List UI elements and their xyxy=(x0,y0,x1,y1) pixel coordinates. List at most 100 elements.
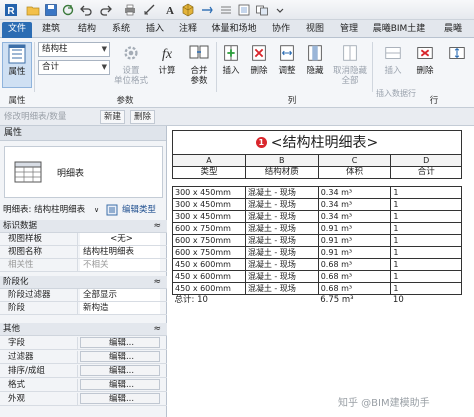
table-row[interactable]: 450 x 600mm 混凝土 - 现场 0.68 m³ 1 xyxy=(172,270,462,283)
table-cell[interactable]: 0.34 m³ xyxy=(317,186,392,199)
table-cell[interactable]: 300 x 450mm xyxy=(172,210,246,223)
table-cell[interactable]: 0.68 m³ xyxy=(317,270,392,283)
category-identity-data[interactable]: 标识数据 ≈ xyxy=(0,220,167,233)
tab-insert[interactable]: 插入 xyxy=(142,22,168,38)
close-hidden-icon[interactable] xyxy=(236,2,252,18)
table-cell[interactable]: 混凝土 - 现场 xyxy=(244,270,319,283)
table-cell[interactable]: 1 xyxy=(390,198,462,211)
type-selector[interactable]: 明细表: 结构柱明细表 ∨ 编辑类型 xyxy=(0,202,167,218)
tab-chenxi[interactable]: 晨曦 xyxy=(436,22,470,38)
table-cell[interactable]: 混凝土 - 现场 xyxy=(244,186,319,199)
table-row[interactable]: 300 x 450mm 混凝土 - 现场 0.34 m³ 1 xyxy=(172,186,462,199)
table-cell[interactable]: 0.91 m³ xyxy=(317,234,392,247)
3d-view-icon[interactable] xyxy=(180,2,196,18)
delete-column-button[interactable]: 删除 xyxy=(246,42,272,86)
table-cell[interactable]: 1 xyxy=(390,282,462,295)
table-cell[interactable]: 450 x 600mm xyxy=(172,258,246,271)
table-cell[interactable]: 混凝土 - 现场 xyxy=(244,234,319,247)
table-cell[interactable]: 0.91 m³ xyxy=(317,222,392,235)
table-cell[interactable]: 1 xyxy=(390,258,462,271)
edit-fields-button[interactable]: 编辑... xyxy=(80,337,160,348)
collapse-toggle-icon[interactable]: ≈ xyxy=(153,220,161,233)
column-letter[interactable]: A xyxy=(172,154,246,167)
column-letter[interactable]: C xyxy=(317,154,392,167)
table-cell[interactable]: 450 x 600mm xyxy=(172,282,246,295)
table-cell[interactable]: 600 x 750mm xyxy=(172,234,246,247)
edit-type-link[interactable]: 编辑类型 xyxy=(122,202,156,218)
table-cell[interactable]: 1 xyxy=(390,210,462,223)
table-cell[interactable]: 1 xyxy=(390,186,462,199)
table-row[interactable]: 600 x 750mm 混凝土 - 现场 0.91 m³ 1 xyxy=(172,246,462,259)
tab-systems[interactable]: 系统 xyxy=(108,22,134,38)
table-cell[interactable]: 0.34 m³ xyxy=(317,210,392,223)
text-icon[interactable]: A xyxy=(162,2,178,18)
switch-windows-icon[interactable] xyxy=(254,2,270,18)
tab-collaborate[interactable]: 协作 xyxy=(268,22,294,38)
sync-icon[interactable] xyxy=(60,2,76,18)
table-cell[interactable]: 1 xyxy=(390,234,462,247)
insert-column-button[interactable]: 插入 xyxy=(218,42,244,86)
table-cell[interactable]: 600 x 750mm xyxy=(172,246,246,259)
print-icon[interactable] xyxy=(122,2,138,18)
table-cell[interactable]: 混凝土 - 现场 xyxy=(244,246,319,259)
collapse-toggle-icon[interactable]: ≈ xyxy=(153,323,161,336)
resize-row-button[interactable] xyxy=(444,42,470,86)
collapse-toggle-icon[interactable]: ≈ xyxy=(153,276,161,289)
table-cell[interactable]: 300 x 450mm xyxy=(172,186,246,199)
unhide-all-button[interactable]: 取消隐藏 全部 xyxy=(330,42,370,86)
table-cell[interactable]: 混凝土 - 现场 xyxy=(244,198,319,211)
table-row[interactable]: 450 x 600mm 混凝土 - 现场 0.68 m³ 1 xyxy=(172,258,462,271)
column-header[interactable]: 类型 xyxy=(172,166,246,179)
table-cell[interactable]: 600 x 750mm xyxy=(172,222,246,235)
table-cell[interactable]: 0.68 m³ xyxy=(317,282,392,295)
column-letter[interactable]: B xyxy=(244,154,319,167)
column-header[interactable]: 体积 xyxy=(317,166,392,179)
tab-manage[interactable]: 管理 xyxy=(336,22,362,38)
table-cell[interactable]: 300 x 450mm xyxy=(172,198,246,211)
section-icon[interactable] xyxy=(199,2,215,18)
edit-formatting-button[interactable]: 编辑... xyxy=(80,379,160,390)
edit-appearance-button[interactable]: 编辑... xyxy=(80,393,160,404)
insert-row-button[interactable]: 插入 xyxy=(378,42,408,86)
calculate-button[interactable]: fx 计算 xyxy=(152,42,182,86)
field-category-combo[interactable]: 结构柱 ▼ xyxy=(38,42,110,57)
tab-file[interactable]: 文件 xyxy=(2,22,32,38)
tab-massing-site[interactable]: 体量和场地 xyxy=(206,22,262,38)
table-row[interactable]: 600 x 750mm 混凝土 - 现场 0.91 m³ 1 xyxy=(172,234,462,247)
category-other[interactable]: 其他 ≈ xyxy=(0,323,167,336)
tab-architecture[interactable]: 建筑 xyxy=(38,22,64,38)
table-cell[interactable]: 0.34 m³ xyxy=(317,198,392,211)
table-cell[interactable]: 0.68 m³ xyxy=(317,258,392,271)
table-row[interactable]: 300 x 450mm 混凝土 - 现场 0.34 m³ 1 xyxy=(172,198,462,211)
open-icon[interactable] xyxy=(25,2,41,18)
new-button[interactable]: 新建 xyxy=(100,110,126,124)
edit-sorting-button[interactable]: 编辑... xyxy=(80,365,160,376)
tab-annotate[interactable]: 注释 xyxy=(175,22,201,38)
tab-view[interactable]: 视图 xyxy=(302,22,328,38)
table-cell[interactable]: 混凝土 - 现场 xyxy=(244,222,319,235)
phase-value[interactable]: 新构造 xyxy=(80,302,160,314)
table-row[interactable]: 600 x 750mm 混凝土 - 现场 0.91 m³ 1 xyxy=(172,222,462,235)
calculation-combo[interactable]: 合计 ▼ xyxy=(38,60,110,75)
table-cell[interactable]: 混凝土 - 现场 xyxy=(244,258,319,271)
view-name-input[interactable]: 结构柱明细表 xyxy=(80,246,160,258)
properties-button[interactable]: 属性 xyxy=(2,42,32,88)
column-header[interactable]: 结构材质 xyxy=(244,166,319,179)
table-cell[interactable]: 1 xyxy=(390,270,462,283)
table-cell[interactable]: 1 xyxy=(390,246,462,259)
tab-structure[interactable]: 结构 xyxy=(74,22,100,38)
table-row[interactable]: 300 x 450mm 混凝土 - 现场 0.34 m³ 1 xyxy=(172,210,462,223)
phase-filter-value[interactable]: 全部显示 xyxy=(80,289,160,301)
settings-button[interactable]: 设置 单位格式 xyxy=(114,42,148,86)
revit-app-icon[interactable]: R xyxy=(3,2,19,18)
customize-icon[interactable] xyxy=(272,2,288,18)
table-cell[interactable]: 450 x 600mm xyxy=(172,270,246,283)
table-cell[interactable]: 混凝土 - 现场 xyxy=(244,282,319,295)
thin-lines-icon[interactable] xyxy=(218,2,234,18)
category-phasing[interactable]: 阶段化 ≈ xyxy=(0,276,167,289)
view-template-value[interactable]: <无> xyxy=(80,233,160,245)
table-cell[interactable]: 混凝土 - 现场 xyxy=(244,210,319,223)
column-header[interactable]: 合计 xyxy=(390,166,462,179)
tab-chenxi-bim[interactable]: 晨曦BIM土建 xyxy=(368,22,430,38)
delete-row-button[interactable]: 删除 xyxy=(410,42,440,86)
